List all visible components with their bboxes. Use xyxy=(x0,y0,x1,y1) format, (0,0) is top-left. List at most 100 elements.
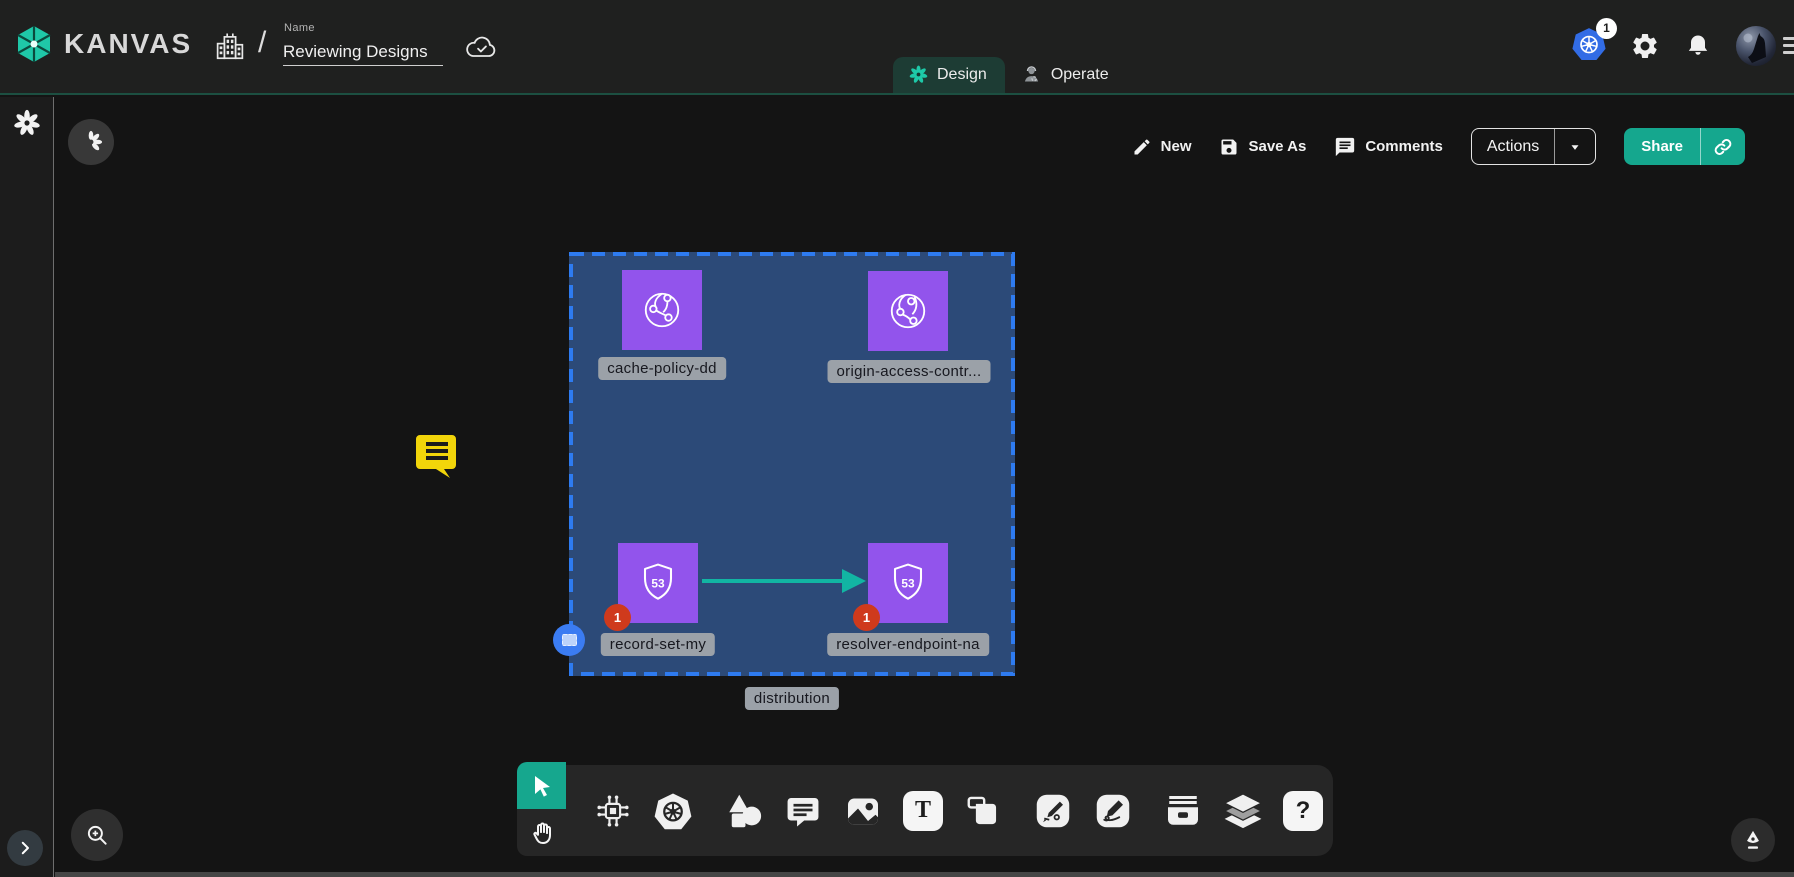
node-resolver-endpoint-badge: 1 xyxy=(853,604,880,631)
copy-link-button[interactable] xyxy=(1700,128,1745,165)
kubernetes-tool[interactable] xyxy=(652,790,694,832)
link-icon xyxy=(1712,136,1734,158)
notifications-bell-icon[interactable] xyxy=(1684,32,1712,60)
cursor-arrow-icon xyxy=(530,774,554,798)
save-floppy-icon xyxy=(1219,137,1239,157)
edge-arrowhead xyxy=(842,569,866,593)
menu-hamburger-icon[interactable] xyxy=(1783,37,1794,54)
kubernetes-wheel-icon xyxy=(653,791,693,831)
svg-text:53: 53 xyxy=(901,576,915,590)
route53-shield-icon: 53 xyxy=(632,557,684,609)
tab-design[interactable]: Design xyxy=(893,57,1005,93)
comment-marker[interactable] xyxy=(414,433,458,480)
left-sidebar xyxy=(0,97,54,877)
help-tool[interactable]: ? xyxy=(1282,790,1324,832)
components-tool[interactable] xyxy=(592,790,634,832)
pan-tool[interactable] xyxy=(517,809,566,856)
tab-operate[interactable]: Operate xyxy=(1005,57,1127,93)
mode-tabs: Design Operate xyxy=(893,57,1127,93)
design-spiral-icon xyxy=(909,65,928,84)
group-label-distribution[interactable]: distribution xyxy=(745,687,839,710)
note-card-icon xyxy=(964,792,1002,830)
zoom-in-button[interactable] xyxy=(71,809,123,861)
magnifier-plus-icon xyxy=(84,822,110,848)
chevron-right-icon xyxy=(16,839,34,857)
shapes-tool[interactable] xyxy=(722,790,764,832)
text-tool[interactable]: T xyxy=(902,790,944,832)
canvas-quick-actions-button[interactable] xyxy=(68,119,114,165)
brand[interactable]: KANVAS xyxy=(14,24,192,64)
dock-group-drawing xyxy=(1018,790,1148,832)
dock-group-infrastructure xyxy=(578,790,708,832)
layers-tool[interactable] xyxy=(1222,790,1264,832)
operate-headset-icon xyxy=(1021,64,1042,85)
node-record-set[interactable]: 53 xyxy=(618,543,698,623)
note-card-tool[interactable] xyxy=(962,790,1004,832)
image-icon xyxy=(843,791,883,831)
share-split-button[interactable]: Share xyxy=(1624,128,1745,165)
select-tool[interactable] xyxy=(517,762,566,809)
design-name-input[interactable] xyxy=(283,38,443,66)
node-label-record-set[interactable]: record-set-my xyxy=(601,633,715,656)
comments-bubble-icon xyxy=(1334,136,1356,158)
comments-button[interactable]: Comments xyxy=(1334,136,1443,158)
meshery-spiral-icon[interactable] xyxy=(13,109,41,137)
pen-mode-button[interactable] xyxy=(1731,818,1775,862)
brand-wordmark: KANVAS xyxy=(64,28,192,60)
hand-icon xyxy=(530,821,554,845)
node-cache-policy[interactable] xyxy=(622,270,702,350)
route53-shield-icon: 53 xyxy=(882,557,934,609)
comments-label: Comments xyxy=(1365,138,1443,155)
node-label-cache-policy[interactable]: cache-policy-dd xyxy=(598,357,726,380)
node-record-set-badge: 1 xyxy=(604,604,631,631)
cloudfront-globe-icon xyxy=(882,285,934,337)
freehand-draw-tool[interactable] xyxy=(1092,790,1134,832)
image-tool[interactable] xyxy=(842,790,884,832)
user-avatar[interactable] xyxy=(1736,26,1776,66)
tool-dock: T xyxy=(566,765,1333,856)
canvas-action-row: New Save As Comments Actions Share xyxy=(1132,128,1745,165)
organization-icon[interactable] xyxy=(212,29,248,65)
pen-nib-icon xyxy=(1742,829,1764,851)
archive-drawer-icon xyxy=(1163,791,1203,831)
caret-down-icon xyxy=(1568,140,1582,154)
horizontal-scrollbar[interactable] xyxy=(55,872,1794,877)
sidebar-expand-button[interactable] xyxy=(7,830,43,866)
group-select-handle[interactable] xyxy=(553,624,585,656)
dock-group-annotation: T xyxy=(708,790,1018,832)
node-label-origin-access-control[interactable]: origin-access-contr... xyxy=(828,360,991,383)
dock-group-library: ? xyxy=(1148,790,1338,832)
header-right-controls: 1 xyxy=(1572,26,1776,66)
tool-dock-pointer-column xyxy=(517,762,566,856)
help-glyph: ? xyxy=(1296,797,1311,825)
new-button[interactable]: New xyxy=(1132,137,1192,157)
shapes-icon xyxy=(723,791,763,831)
flower-gear-icon xyxy=(79,130,103,154)
node-origin-access-control[interactable] xyxy=(868,271,948,351)
save-as-button[interactable]: Save As xyxy=(1219,137,1306,157)
pencil-scribble-icon xyxy=(1093,791,1133,831)
node-resolver-endpoint[interactable]: 53 xyxy=(868,543,948,623)
design-name-label: Name xyxy=(284,22,315,34)
designs-drawer-tool[interactable] xyxy=(1162,790,1204,832)
app-header: KANVAS / Name xyxy=(0,0,1794,95)
comment-marker-icon xyxy=(414,433,458,480)
kanvas-logo-icon xyxy=(14,24,54,64)
share-label: Share xyxy=(1624,128,1700,165)
comment-tool[interactable] xyxy=(782,790,824,832)
actions-dropdown-toggle[interactable] xyxy=(1554,129,1595,164)
layers-icon xyxy=(1222,790,1264,832)
tab-operate-label: Operate xyxy=(1051,66,1109,84)
actions-split-button[interactable]: Actions xyxy=(1471,128,1596,165)
node-label-resolver-endpoint[interactable]: resolver-endpoint-na xyxy=(827,633,989,656)
save-as-label: Save As xyxy=(1248,138,1306,155)
chip-circuit-icon xyxy=(594,792,632,830)
cloud-save-status-icon xyxy=(464,32,500,62)
kubernetes-context-button[interactable]: 1 xyxy=(1572,27,1606,66)
svg-text:53: 53 xyxy=(651,576,665,590)
cloudfront-globe-icon xyxy=(636,284,688,336)
settings-gear-icon[interactable] xyxy=(1630,31,1660,61)
select-rectangle-icon xyxy=(562,634,577,646)
pen-path-tool[interactable] xyxy=(1032,790,1074,832)
edge-record-to-resolver xyxy=(702,579,844,583)
